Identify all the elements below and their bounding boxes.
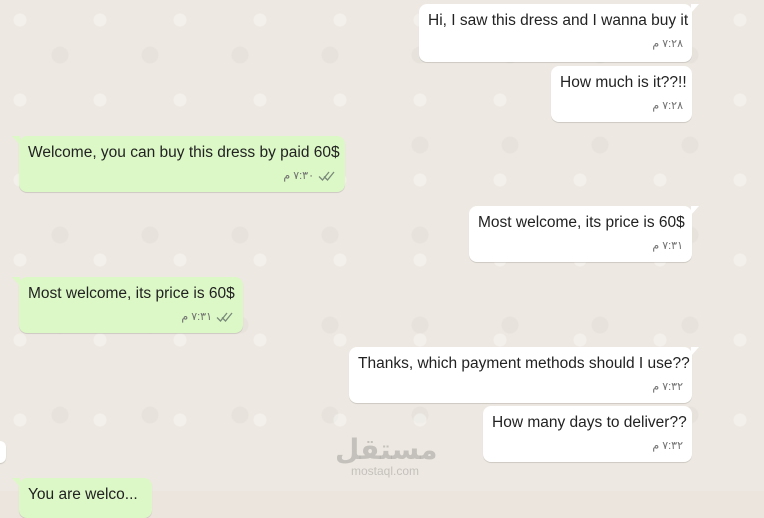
message-time: ٧:٣١ م	[652, 240, 683, 252]
message-text: You are welco...	[28, 486, 138, 503]
double-check-icon	[216, 312, 233, 322]
message-text: Thanks, which payment methods should I u…	[358, 355, 690, 372]
message-bubble-outgoing[interactable]: Thanks, which payment methods should I u…	[349, 347, 699, 403]
message-text: Most welcome, its price is 60$	[478, 214, 685, 231]
message-text: Hi, I saw this dress and I wanna buy it	[428, 12, 689, 29]
message-time: ٧:٣٠ م	[283, 170, 314, 182]
message-bubble-incoming[interactable]: You are welco...	[12, 478, 152, 518]
message-text: How much is it??!!	[560, 74, 687, 91]
message-text: Most welcome, its price is 60$	[28, 285, 235, 302]
message-text: Welcome, you can buy this dress by paid …	[28, 144, 340, 161]
message-time: ٧:٣٢ م	[652, 381, 683, 393]
message-bubble-incoming[interactable]: Welcome, you can buy this dress by paid …	[12, 136, 345, 192]
message-time: ٧:٣٢ م	[652, 440, 683, 452]
message-bubble-outgoing[interactable]: Most welcome, its price is 60$ ٧:٣١ م	[469, 206, 699, 262]
double-check-icon	[318, 171, 335, 181]
watermark-logo: مستقل mostaql.com	[335, 433, 438, 478]
message-bubble-outgoing[interactable]: Hi, I saw this dress and I wanna buy it …	[419, 4, 699, 62]
watermark-latin: mostaql.com	[350, 464, 420, 478]
message-bubble-incoming[interactable]: Most welcome, its price is 60$ ٧:٣١ م	[12, 277, 243, 333]
message-time: ٧:٢٨ م	[652, 100, 683, 112]
message-bubble-outgoing[interactable]: How much is it??!! ٧:٢٨ م	[551, 66, 692, 122]
message-text: How many days to deliver??	[492, 414, 687, 431]
message-time: ٧:٣١ م	[181, 311, 212, 323]
scroll-to-bottom-handle[interactable]	[0, 441, 6, 463]
watermark-arabic: مستقل	[335, 433, 438, 466]
message-time: ٧:٢٨ م	[652, 38, 683, 50]
message-bubble-outgoing[interactable]: How many days to deliver?? ٧:٣٢ م	[483, 406, 692, 462]
